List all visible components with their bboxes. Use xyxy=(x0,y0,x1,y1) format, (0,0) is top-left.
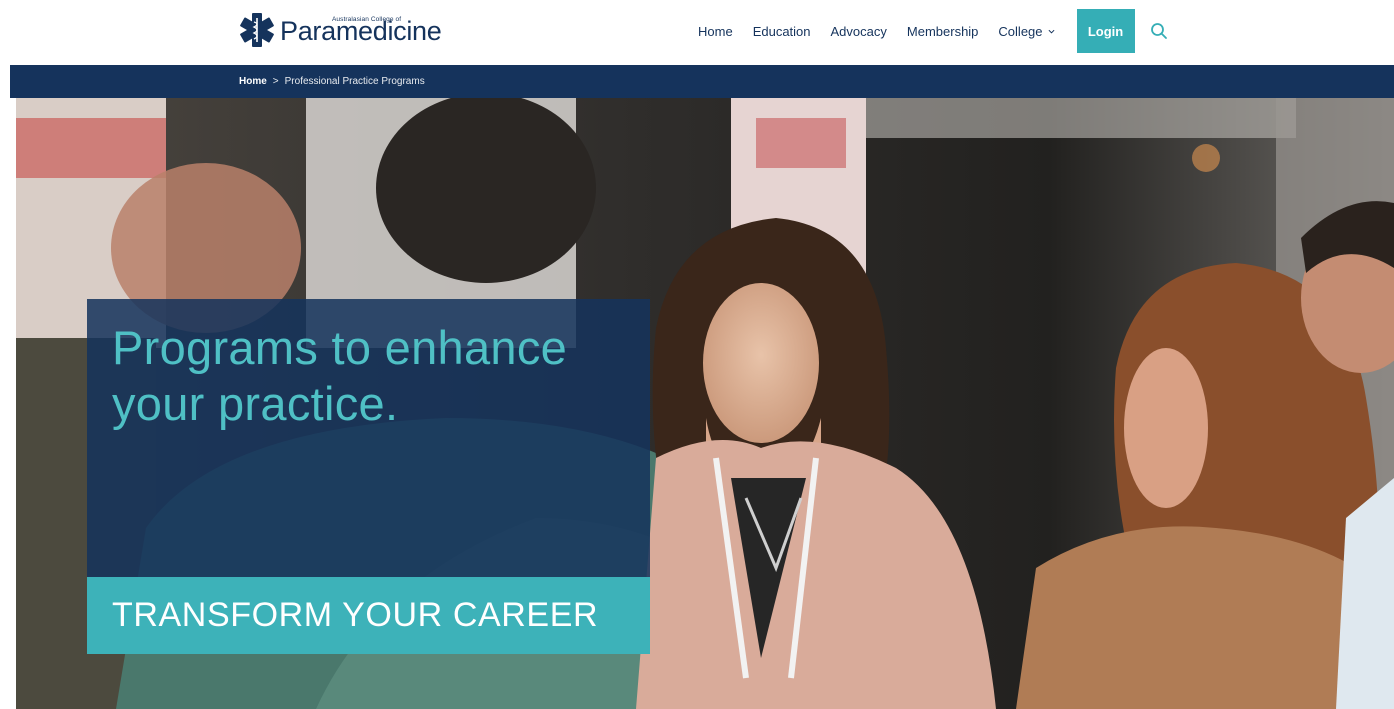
nav-home[interactable]: Home xyxy=(698,24,733,39)
hero-title: Programs to enhance your practice. xyxy=(112,321,568,430)
logo-wordmark: Australasian College of Paramedicine xyxy=(280,12,442,48)
search-button[interactable] xyxy=(1147,19,1171,43)
main-nav: Home Education Advocacy Membership Colle… xyxy=(698,0,1171,62)
site-header: Australasian College of Paramedicine Hom… xyxy=(0,0,1394,65)
hero-banner: Programs to enhance your practice. TRANS… xyxy=(16,98,1394,709)
nav-advocacy[interactable]: Advocacy xyxy=(831,24,887,39)
breadcrumb-current: Professional Practice Programs xyxy=(284,76,425,87)
breadcrumb: Home > Professional Practice Programs xyxy=(239,65,425,98)
breadcrumb-separator: > xyxy=(272,76,279,87)
nav-education[interactable]: Education xyxy=(753,24,811,39)
nav-college[interactable]: College xyxy=(998,23,1055,39)
logo-small-text: Australasian College of xyxy=(332,16,402,23)
login-button[interactable]: Login xyxy=(1076,9,1135,53)
transform-career-button[interactable]: TRANSFORM YOUR CAREER xyxy=(87,577,650,654)
breadcrumb-home-link[interactable]: Home xyxy=(239,76,267,87)
nav-membership[interactable]: Membership xyxy=(907,24,979,39)
star-of-life-icon xyxy=(240,13,274,47)
transform-career-label: TRANSFORM YOUR CAREER xyxy=(112,596,599,634)
search-icon xyxy=(1150,23,1167,39)
breadcrumb-bar: Home > Professional Practice Programs xyxy=(10,65,1394,98)
chevron-down-icon xyxy=(1048,29,1055,34)
college-logo[interactable]: Australasian College of Paramedicine xyxy=(238,12,442,48)
nav-college-label: College xyxy=(998,23,1043,39)
